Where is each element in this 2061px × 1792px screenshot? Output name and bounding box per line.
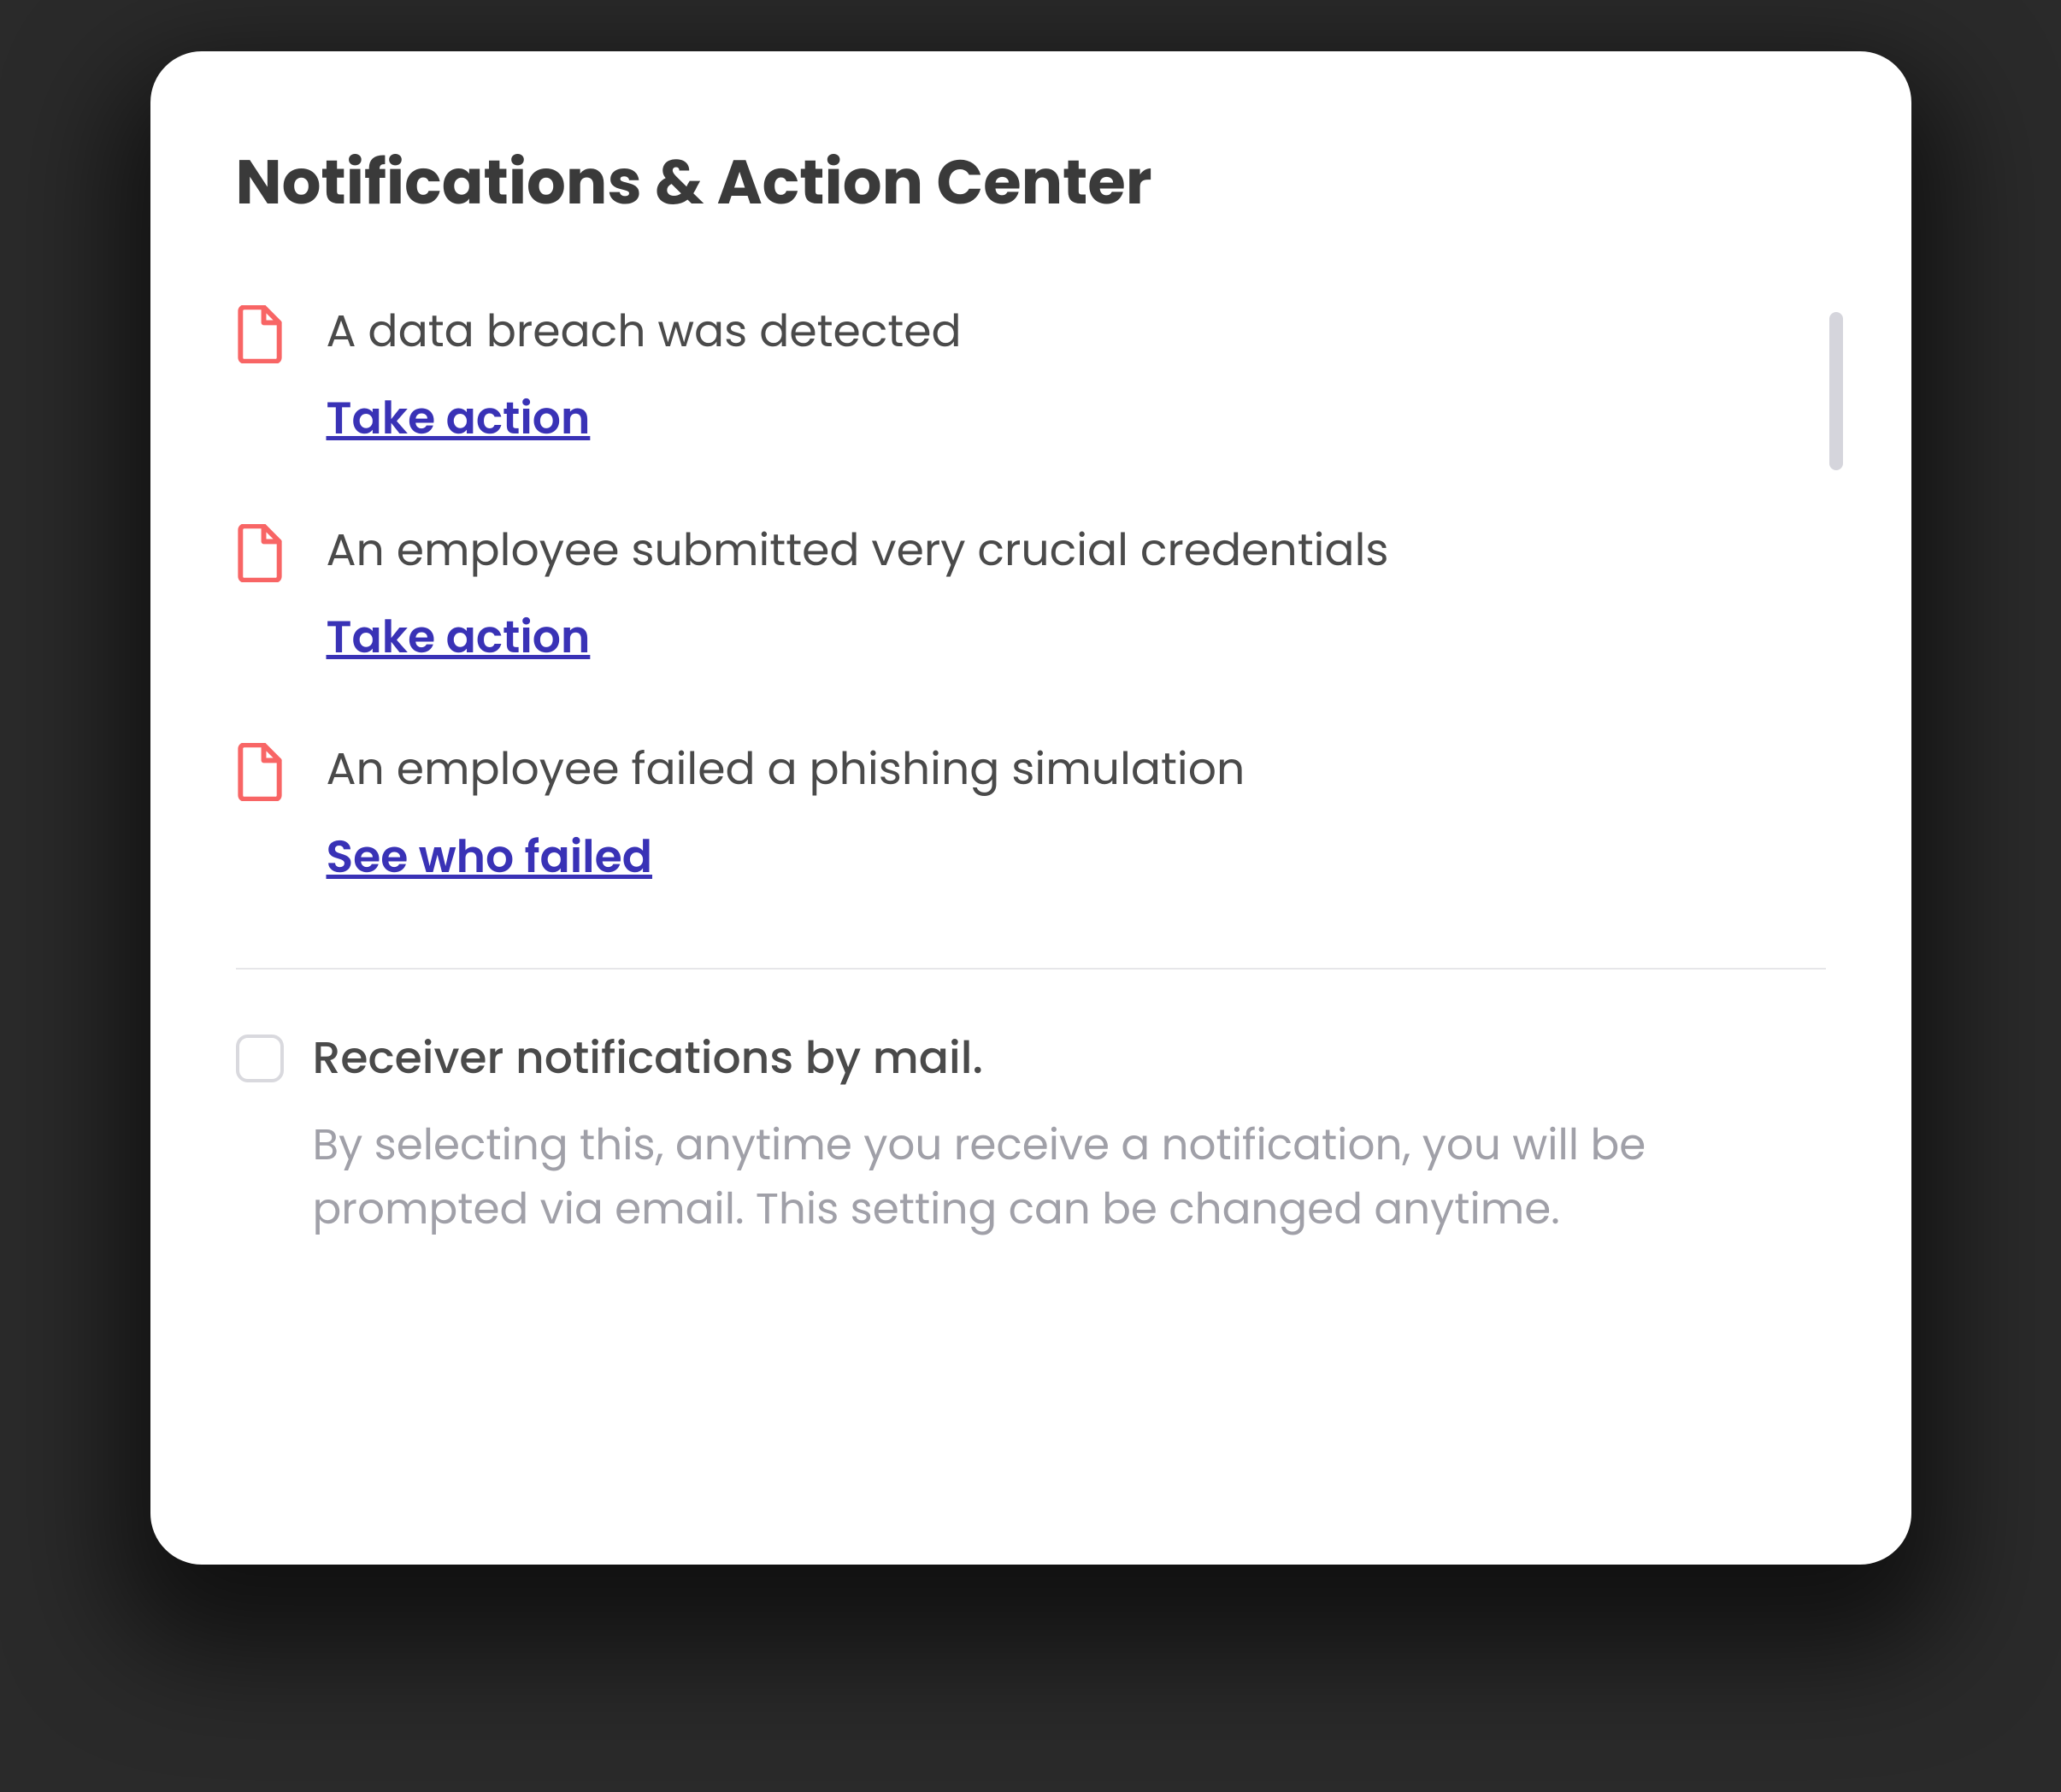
notification-text: An employee submitted very crucial crede… [327,521,1389,581]
mail-setting-row: Receiver notifications by mail. By selec… [236,1029,1860,1241]
take-action-link[interactable]: Take action [327,604,591,671]
file-alert-icon [236,305,284,363]
notification-body: An employee submitted very crucial crede… [327,521,1389,671]
notification-list: A data breach was detected Take action A… [236,302,1860,891]
notification-text: A data breach was detected [327,302,962,362]
file-alert-icon [236,524,284,582]
notification-item: A data breach was detected Take action [236,302,1792,452]
mail-notifications-checkbox[interactable] [236,1035,284,1082]
notification-body: An employee failed a phishing simulation… [327,740,1245,890]
notification-item: An employee failed a phishing simulation… [236,740,1792,890]
file-alert-icon [236,743,284,801]
card-title: Notifications & Action Center [236,137,1860,229]
setting-description: By selecting this, anytime you receive a… [313,1112,1809,1241]
see-who-failed-link[interactable]: See who failed [327,824,652,891]
notifications-card: Notifications & Action Center A data bre… [150,51,1911,1565]
notification-text: An employee failed a phishing simulation [327,740,1245,799]
setting-body: Receiver notifications by mail. By selec… [313,1029,1809,1241]
notification-item: An employee submitted very crucial crede… [236,521,1792,671]
divider [236,968,1826,970]
take-action-link[interactable]: Take action [327,386,591,452]
notification-body: A data breach was detected Take action [327,302,962,452]
scrollbar-thumb[interactable] [1829,312,1843,470]
setting-label: Receiver notifications by mail. [313,1029,1809,1088]
